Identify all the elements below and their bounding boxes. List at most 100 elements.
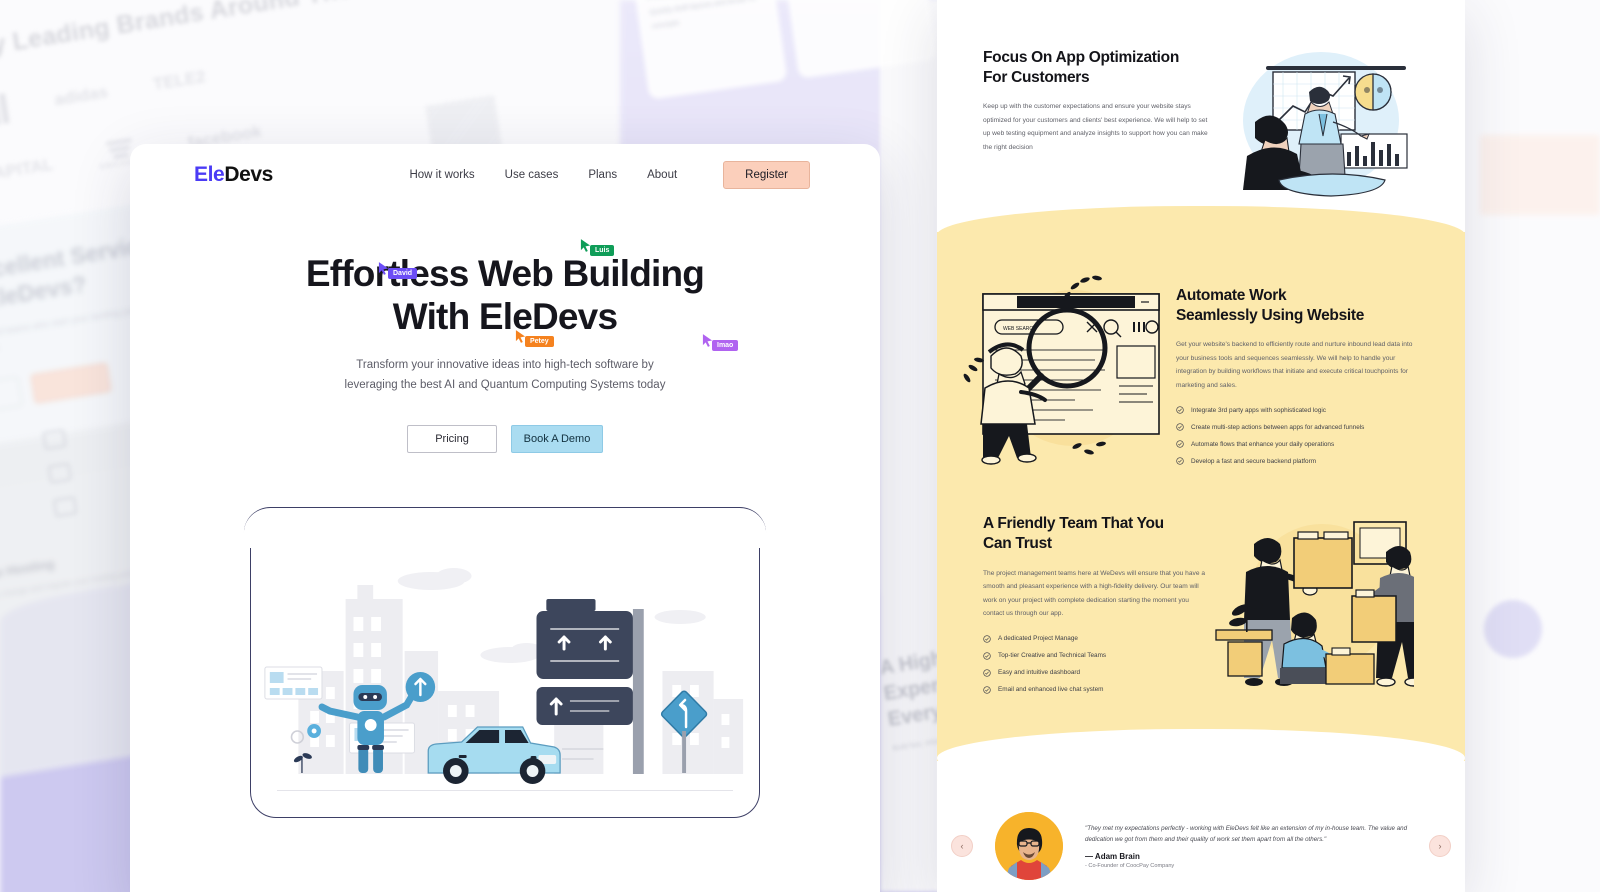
testimonial-content: "They met my expectations perfectly - wo… — [1085, 823, 1429, 870]
hero-illustration — [259, 517, 751, 809]
team-illustration — [1214, 514, 1449, 694]
testimonial-quote: "They met my expectations perfectly - wo… — [1085, 824, 1408, 843]
hero-title-line1: Effortless Web Building — [305, 253, 705, 294]
nav-item-use-cases[interactable]: Use cases — [505, 169, 559, 181]
hero-cta-group: Pricing Book A Demo — [190, 424, 820, 453]
team-checklist: A dedicated Project Manage Top-tier Crea… — [983, 635, 1208, 694]
team-heading: A Friendly Team That You Can Trust — [983, 514, 1208, 554]
testimonial-role: - Co-Founder of CoocPay Company — [1085, 863, 1175, 870]
team-heading-line1: A Friendly Team That You — [983, 515, 1164, 533]
checklist-item-label: Easy and intuitive dashboard — [998, 669, 1081, 677]
hero-subtitle: Transform your innovative ideas into hig… — [190, 355, 820, 395]
check-circle-icon — [1176, 440, 1184, 449]
checklist-item: A dedicated Project Manage — [983, 635, 1208, 643]
automate-heading: Automate Work Seamlessly Using Website — [1176, 286, 1425, 326]
checklist-item-label: Develop a fast and secure backend platfo… — [1191, 457, 1317, 465]
focus-body: Keep up with the customer expectations a… — [983, 103, 1208, 151]
background-brand-label: adidas — [53, 82, 110, 110]
background-icon — [52, 496, 78, 518]
nav-links: How it works Use cases Plans About Regis… — [409, 161, 810, 189]
testimonial-avatar — [995, 812, 1063, 880]
yellow-section-wave — [937, 728, 1465, 787]
testimonial-next-button[interactable]: › — [1429, 835, 1451, 857]
focus-illustration — [1221, 48, 1419, 198]
testimonial-prev-button[interactable]: ‹ — [951, 835, 973, 857]
team-heading-line2: Can Trust — [983, 535, 1052, 553]
logo-suffix: Devs — [224, 163, 273, 186]
automate-heading-line1: Automate Work — [1176, 287, 1287, 304]
checklist-item-label: Create multi-step actions between apps f… — [1191, 423, 1365, 431]
checklist-item-label: Email and enhanced live chat system — [998, 686, 1104, 694]
nav-item-about[interactable]: About — [647, 169, 677, 181]
check-circle-icon — [1176, 457, 1184, 466]
checklist-item: Easy and intuitive dashboard — [983, 669, 1208, 677]
hero-illustration-frame — [250, 508, 760, 818]
section-focus-optimization: Focus On App Optimization For Customers … — [937, 0, 1465, 232]
collab-cursor-label: Luis — [590, 245, 615, 256]
testimonial-carousel: ‹ "They met my expectations perfectly - … — [937, 800, 1465, 892]
collab-cursor-label: Imao — [712, 340, 739, 351]
hero-content: Effortless Web Building With EleDevs Tra… — [130, 206, 880, 453]
automate-checklist: Integrate 3rd party apps with sophistica… — [1176, 406, 1425, 466]
illustration-ground-line — [277, 789, 733, 791]
checklist-item: Develop a fast and secure backend platfo… — [1176, 457, 1425, 466]
team-text-block: A Friendly Team That You Can Trust The p… — [983, 514, 1208, 702]
checklist-item: Automate flows that enhance your daily o… — [1176, 440, 1425, 449]
adidas-logo-icon — [0, 93, 12, 127]
browser-magnifier-illustration: WEB SEARCH — [963, 275, 1160, 465]
hero-card-panel: EleDevs How it works Use cases Plans Abo… — [130, 144, 880, 892]
nav-item-plans[interactable]: Plans — [588, 169, 617, 181]
hero-navbar: EleDevs How it works Use cases Plans Abo… — [130, 144, 880, 206]
check-circle-icon — [983, 686, 991, 694]
check-circle-icon — [1176, 406, 1184, 415]
nav-item-how-it-works[interactable]: How it works — [409, 169, 474, 181]
pricing-button[interactable]: Pricing — [407, 424, 497, 453]
automate-heading-line2: Seamlessly Using Website — [1176, 307, 1365, 325]
avatar-photo — [995, 812, 1063, 880]
checklist-item: Email and enhanced live chat system — [983, 686, 1208, 694]
hero-title-line2: With EleDevs — [392, 296, 618, 338]
collab-cursor-david[interactable]: David — [378, 262, 418, 279]
checklist-item-label: Integrate 3rd party apps with sophistica… — [1191, 406, 1326, 414]
checklist-item-label: Top-tier Creative and Technical Teams — [998, 652, 1107, 660]
check-circle-icon — [983, 669, 991, 677]
register-button[interactable]: Register — [723, 161, 810, 189]
hero-subtitle-line2: leveraging the best AI and Quantum Compu… — [344, 378, 666, 391]
section-automate-work: WEB SEARCH Automate Work Seamlessly Usin… — [937, 232, 1465, 474]
collab-cursor-petey[interactable]: Petey — [515, 330, 554, 347]
logo-prefix: Ele — [194, 163, 225, 186]
background-try-secondary-button — [0, 376, 23, 419]
checklist-item-label: Automate flows that enhance your daily o… — [1191, 440, 1335, 448]
automate-body: Get your website's backend to efficientl… — [1176, 341, 1413, 389]
presentation-chart-illustration — [1243, 52, 1408, 197]
city-robot-car-illustration — [264, 568, 744, 784]
book-demo-button[interactable]: Book A Demo — [511, 424, 603, 453]
checklist-item: Create multi-step actions between apps f… — [1176, 423, 1425, 432]
checklist-item: Top-tier Creative and Technical Teams — [983, 652, 1208, 660]
collab-cursor-luis[interactable]: Luis — [580, 239, 615, 256]
section-yellow-wrapper: WEB SEARCH Automate Work Seamlessly Usin… — [937, 206, 1465, 787]
logo[interactable]: EleDevs — [194, 163, 273, 187]
focus-heading-line1: Focus On App Optimization — [983, 49, 1179, 66]
background-circle — [1484, 600, 1542, 658]
check-circle-icon — [983, 635, 991, 643]
background-pink-block — [1480, 135, 1600, 215]
collab-cursor-label: Petey — [525, 336, 554, 347]
team-body: The project management teams here at WeD… — [983, 569, 1205, 618]
team-moving-boxes-illustration — [1215, 521, 1424, 688]
background-icon — [42, 428, 67, 451]
checklist-item-label: A dedicated Project Manage — [998, 635, 1078, 643]
automate-text-block: Automate Work Seamlessly Using Website G… — [1176, 268, 1425, 474]
hero-title: Effortless Web Building With EleDevs — [190, 252, 820, 339]
check-circle-icon — [1176, 423, 1184, 432]
collab-cursor-imao[interactable]: Imao — [702, 334, 739, 351]
landing-page-panel: Focus On App Optimization For Customers … — [937, 0, 1465, 892]
hero-subtitle-line1: Transform your innovative ideas into hig… — [356, 358, 654, 371]
section-friendly-team: A Friendly Team That You Can Trust The p… — [937, 474, 1465, 702]
background-brand-label: TELE2 — [151, 66, 207, 94]
collab-cursor-label: David — [388, 268, 418, 279]
check-circle-icon — [983, 652, 991, 660]
automate-illustration: WEB SEARCH — [955, 268, 1170, 468]
testimonial-author: — Adam Brain — [1085, 852, 1140, 862]
focus-heading: Focus On App Optimization For Customers — [983, 48, 1213, 88]
